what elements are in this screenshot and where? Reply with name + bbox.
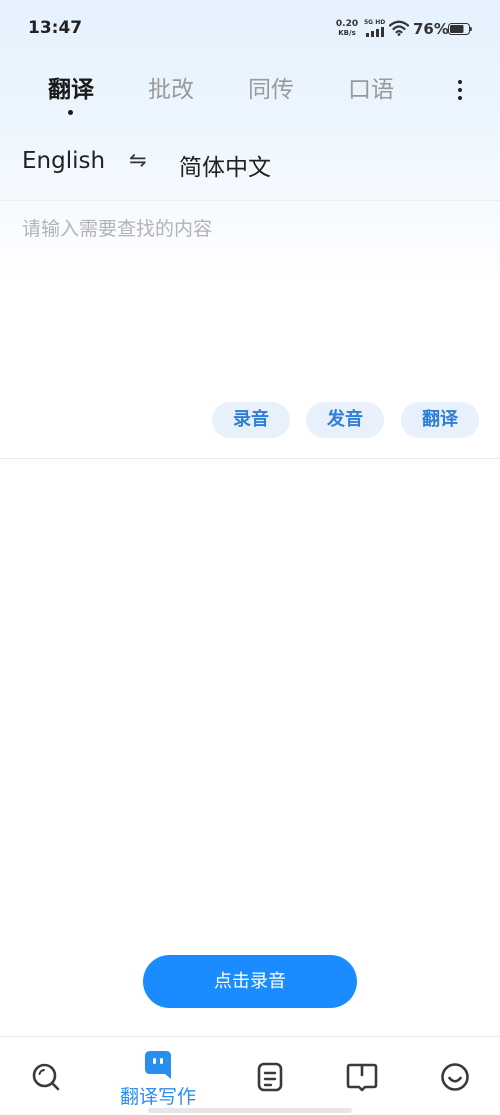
nav-book[interactable] <box>346 1062 378 1092</box>
document-icon <box>257 1062 283 1092</box>
status-bar: 13:47 0.20 KB/s 5G HD 76% <box>0 0 500 60</box>
network-speed-value: 0.20 <box>335 19 359 29</box>
network-speed-unit: KB/s <box>338 29 356 37</box>
signal-icon: 5G HD <box>364 19 386 37</box>
target-language[interactable]: 简体中文 <box>179 148 271 182</box>
tab-translate[interactable]: 翻译 <box>31 70 111 104</box>
active-tab-indicator <box>68 110 73 115</box>
tab-correct[interactable]: 批改 <box>131 70 211 104</box>
network-speed: 0.20 KB/s <box>334 20 360 38</box>
chat-bubble-icon <box>145 1051 171 1079</box>
battery-icon <box>448 23 472 35</box>
tap-to-record-button[interactable]: 点击录音 <box>143 955 357 1008</box>
search-icon <box>32 1063 60 1091</box>
bottom-nav-divider <box>0 1036 500 1037</box>
divider <box>0 458 500 459</box>
tab-speaking[interactable]: 口语 <box>331 70 411 104</box>
pronounce-button[interactable]: 发音 <box>306 402 384 438</box>
nav-search[interactable] <box>31 1062 61 1092</box>
network-type-label: 5G HD <box>364 19 386 26</box>
translation-input[interactable] <box>22 214 478 244</box>
source-language[interactable]: English <box>22 148 105 174</box>
tab-simultaneous[interactable]: 同传 <box>231 70 311 104</box>
nav-profile[interactable] <box>440 1062 470 1092</box>
home-indicator[interactable] <box>148 1108 352 1113</box>
divider <box>0 200 500 201</box>
nav-documents[interactable] <box>257 1062 285 1092</box>
battery-percent: 76% <box>413 20 449 38</box>
nav-translate-write-label: 翻译写作 <box>119 1086 196 1108</box>
swap-languages-icon[interactable]: ⇋ <box>129 148 147 172</box>
book-icon <box>346 1063 378 1092</box>
smile-icon <box>441 1063 469 1091</box>
language-selector: English ⇋ 简体中文 <box>0 140 500 186</box>
more-options-icon[interactable] <box>448 76 472 104</box>
translate-button[interactable]: 翻译 <box>401 402 479 438</box>
nav-translate-write[interactable] <box>144 1050 172 1080</box>
top-tab-bar: 翻译 批改 同传 口语 <box>0 70 500 120</box>
wifi-icon <box>389 20 409 36</box>
record-audio-button[interactable]: 录音 <box>212 402 290 438</box>
status-time: 13:47 <box>28 18 83 38</box>
